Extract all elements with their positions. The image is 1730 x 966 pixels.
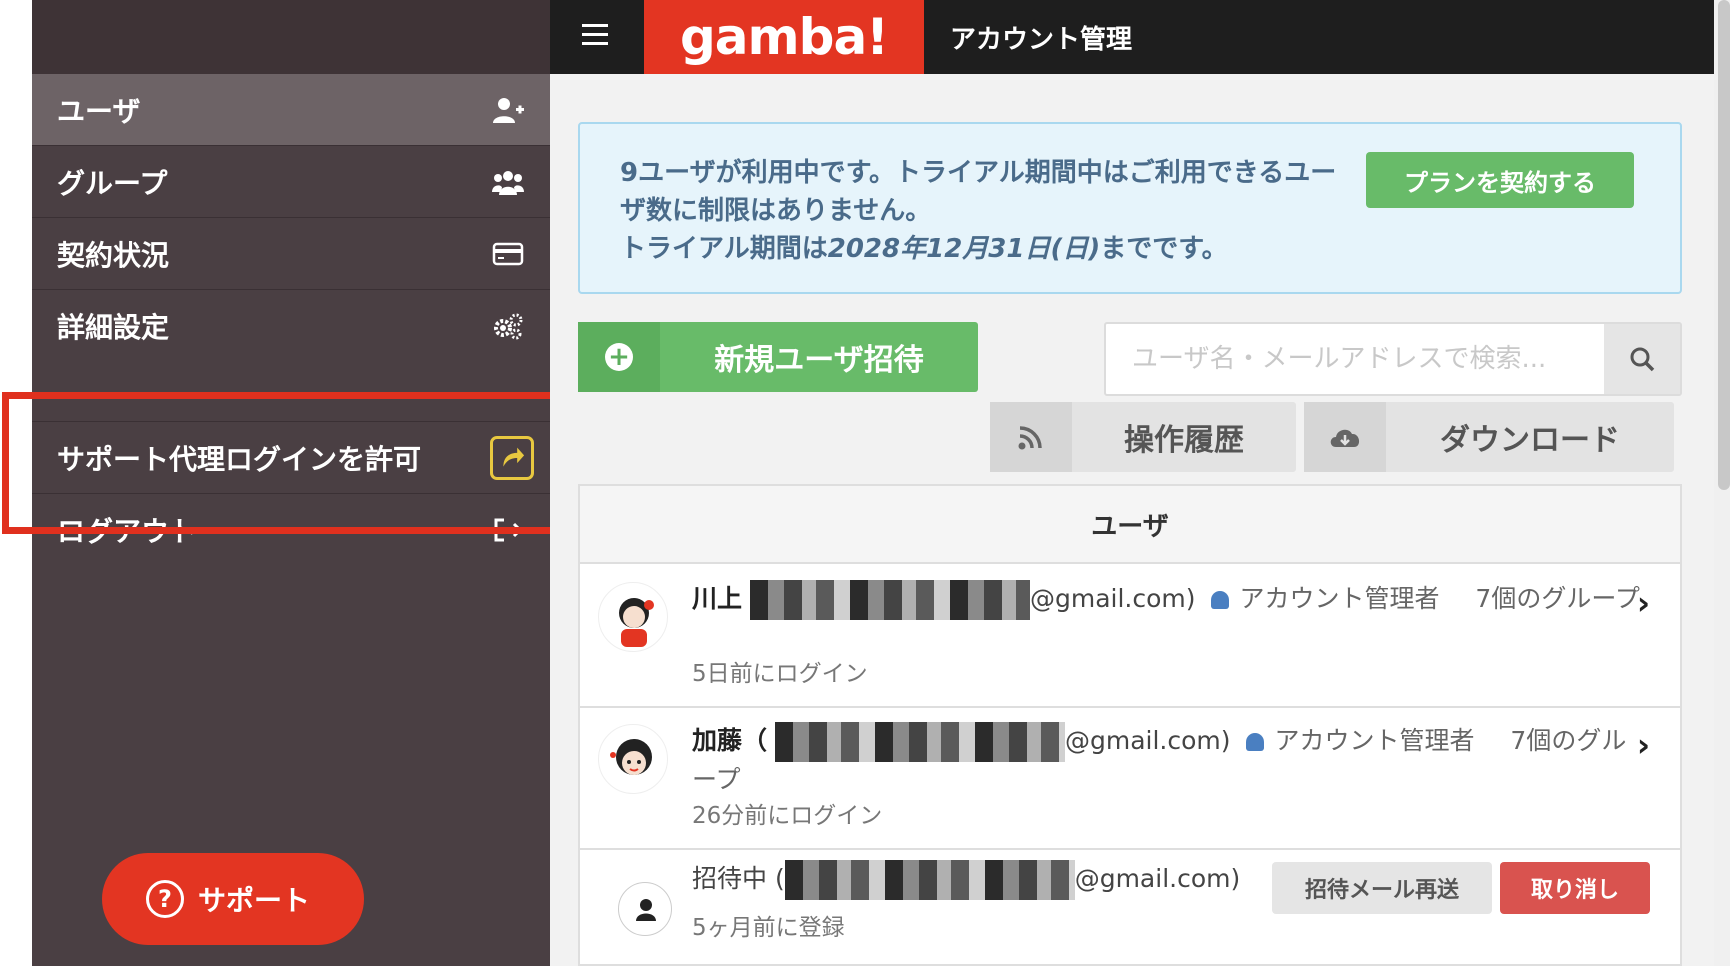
trial-period-suffix: までです。 <box>1100 234 1228 264</box>
user-name: 加藤（ <box>692 726 768 755</box>
user-list-panel: ユーザ 川上 @gmail.com) アカウント管理者 7個のグループ 5日前に… <box>578 484 1682 966</box>
last-login: 5日前にログイン <box>692 661 868 687</box>
plus-circle-icon: + <box>578 322 660 392</box>
invited-user-info: 招待中 ( @gmail.com) <box>692 860 1292 900</box>
search-box <box>1104 322 1682 396</box>
avatar <box>598 582 668 652</box>
top-header: gamba! アカウント管理 <box>550 0 1714 74</box>
rss-icon <box>990 402 1072 472</box>
question-icon: ? <box>146 880 184 918</box>
user-row[interactable]: 加藤（ @gmail.com) アカウント管理者 7個のグループ 26分前にログ… <box>580 708 1680 850</box>
users-icon <box>492 171 524 195</box>
resend-invite-button[interactable]: 招待メール再送 <box>1272 862 1492 914</box>
sidebar-item-label: グループ <box>57 166 168 200</box>
search-button[interactable] <box>1604 324 1680 394</box>
search-input[interactable] <box>1106 324 1606 394</box>
gamba-logo[interactable]: gamba! <box>644 0 924 74</box>
user-list-header: ユーザ <box>580 486 1680 564</box>
trial-notice-line2: トライアル期間は2028年12月31日(日)までです。 <box>620 230 1340 268</box>
redacted-email <box>774 722 1065 762</box>
user-role: アカウント管理者 <box>1274 726 1475 755</box>
email-suffix: @gmail.com) <box>1074 864 1241 893</box>
invite-status: 招待中 ( <box>692 864 785 893</box>
sidebar-item-users[interactable]: ユーザ <box>32 74 550 146</box>
invite-user-button[interactable]: + 新規ユーザ招待 <box>578 322 978 392</box>
email-suffix: @gmail.com) <box>1029 584 1196 613</box>
scrollbar-thumb[interactable] <box>1718 0 1730 490</box>
user-row[interactable]: 川上 @gmail.com) アカウント管理者 7個のグループ 5日前にログイン… <box>580 566 1680 708</box>
registered-time: 5ヶ月前に登録 <box>692 915 845 941</box>
cloud-download-icon <box>1304 402 1386 472</box>
invited-user-row: 招待中 ( @gmail.com) 5ヶ月前に登録 招待メール再送 取り消し <box>580 850 1680 966</box>
user-name: 川上 <box>692 584 743 613</box>
admin-icon <box>1246 733 1265 751</box>
redacted-email <box>784 860 1075 900</box>
invite-user-label: 新規ユーザ招待 <box>714 343 924 378</box>
operation-history-label: 操作履歴 <box>1124 423 1244 458</box>
contract-plan-button[interactable]: プランを契約する <box>1366 152 1634 208</box>
sidebar-item-contract[interactable]: 契約状況 <box>32 218 550 290</box>
cancel-invite-button[interactable]: 取り消し <box>1500 862 1650 914</box>
avatar <box>598 724 668 794</box>
highlight-annotation-box <box>2 392 588 534</box>
user-plus-icon <box>493 98 524 123</box>
user-role: アカウント管理者 <box>1239 584 1440 613</box>
trial-end-date: 2028年12月31日(日) <box>827 234 1101 264</box>
download-button[interactable]: ダウンロード <box>1304 402 1674 472</box>
trial-notice-text: 9ユーザが利用中です。トライアル期間中はご利用できるユーザ数に制限はありません。… <box>620 154 1340 268</box>
sidebar-item-groups[interactable]: グループ <box>32 146 550 218</box>
trial-notice: 9ユーザが利用中です。トライアル期間中はご利用できるユーザ数に制限はありません。… <box>578 122 1682 294</box>
page-title: アカウント管理 <box>950 24 1133 55</box>
support-button[interactable]: ? サポート <box>102 853 364 945</box>
redacted-email <box>749 580 1030 620</box>
sidebar-item-settings[interactable]: 詳細設定 <box>32 290 550 362</box>
last-login: 26分前にログイン <box>692 803 883 829</box>
default-user-icon <box>618 882 672 936</box>
chevron-right-icon[interactable]: › <box>1637 584 1650 622</box>
email-suffix: @gmail.com) <box>1064 726 1231 755</box>
app-window: ユーザ グループ 契約状況 詳細設定 サポート代理ログインを許可 ログアウト ?… <box>0 0 1730 966</box>
sidebar-item-label: ユーザ <box>57 94 141 128</box>
operation-history-button[interactable]: 操作履歴 <box>990 402 1296 472</box>
sidebar-item-label: 契約状況 <box>57 238 170 272</box>
credit-card-icon <box>492 242 524 266</box>
user-row-info: 加藤（ @gmail.com) アカウント管理者 7個のグループ <box>692 722 1642 798</box>
trial-period-prefix: トライアル期間は <box>620 234 828 264</box>
main-content: 9ユーザが利用中です。トライアル期間中はご利用できるユーザ数に制限はありません。… <box>550 74 1714 966</box>
sidebar-top-bar <box>32 0 550 74</box>
group-count: 7個のグループ <box>1475 584 1640 613</box>
user-row-info: 川上 @gmail.com) アカウント管理者 7個のグループ <box>692 580 1642 620</box>
admin-icon <box>1211 591 1230 609</box>
cogs-icon <box>494 313 523 340</box>
download-label: ダウンロード <box>1440 423 1620 458</box>
hamburger-menu-icon[interactable] <box>582 24 608 50</box>
sidebar-item-label: 詳細設定 <box>57 310 170 344</box>
support-button-label: サポート <box>198 884 311 917</box>
trial-notice-line1: 9ユーザが利用中です。トライアル期間中はご利用できるユーザ数に制限はありません。 <box>620 158 1337 226</box>
chevron-right-icon[interactable]: › <box>1637 726 1650 764</box>
search-icon <box>1630 347 1655 372</box>
